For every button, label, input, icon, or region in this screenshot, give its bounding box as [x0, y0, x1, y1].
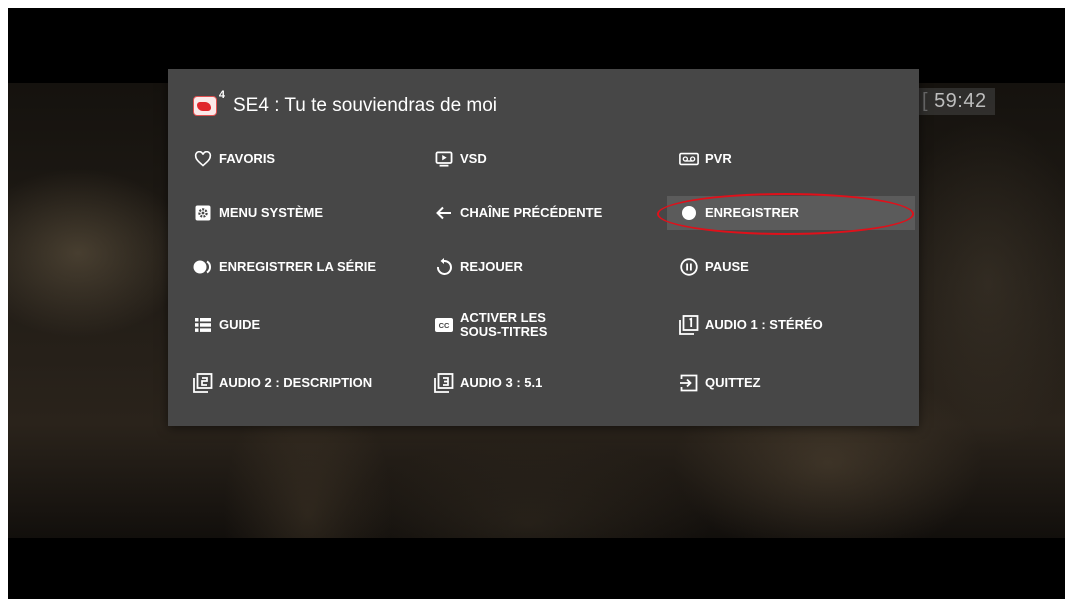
menu-item-label: PAUSE [705, 259, 749, 274]
pause-circle-icon [679, 257, 699, 277]
menu-item-enregistrer[interactable]: ENREGISTRER [667, 196, 915, 230]
channel-logo: 4 [193, 89, 225, 116]
menu-item-label: QUITTEZ [705, 375, 761, 390]
menu-item-label: MENU SYSTÈME [219, 205, 324, 220]
timecode-value: 59:42 [934, 90, 987, 112]
cc-icon: CC [434, 315, 454, 335]
menu-item-pvr[interactable]: PVR [679, 142, 732, 176]
menu-item-label: AUDIO 2 : DESCRIPTION [219, 375, 373, 390]
menu-item-chaine-precedente[interactable]: CHAÎNE PRÉCÉDENTE [434, 196, 602, 230]
menu-item-pause[interactable]: PAUSE [679, 250, 749, 284]
audio-1-icon [679, 315, 699, 335]
record-series-icon [193, 257, 213, 277]
menu-item-label: ACTIVER LES SOUS-TITRES [460, 310, 548, 339]
replay-icon [434, 257, 454, 277]
gear-icon [193, 203, 213, 223]
menu-item-label: FAVORIS [219, 151, 276, 166]
menu-item-audio-1[interactable]: AUDIO 1 : STÉRÉO [679, 308, 823, 342]
options-menu-panel: 4 SE4 : Tu te souviendras de moi FAVORIS… [168, 69, 919, 426]
arrow-left-icon [434, 203, 454, 223]
menu-item-label: GUIDE [219, 317, 261, 332]
channel-logo-number: 4 [218, 89, 225, 101]
heart-icon [193, 149, 213, 169]
menu-item-label: AUDIO 1 : STÉRÉO [705, 317, 823, 332]
menu-item-audio-3[interactable]: AUDIO 3 : 5.1 [434, 366, 542, 400]
menu-item-enregistrer-la-serie[interactable]: ENREGISTRER LA SÉRIE [193, 250, 376, 284]
menu-item-label: VSD [460, 151, 487, 166]
play-screen-icon [434, 149, 454, 169]
menu-item-label: ENREGISTRER [705, 205, 799, 220]
menu-item-rejouer[interactable]: REJOUER [434, 250, 523, 284]
menu-item-guide[interactable]: GUIDE [193, 308, 260, 342]
audio-2-icon [193, 373, 213, 393]
menu-header: 4 SE4 : Tu te souviendras de moi [193, 89, 498, 121]
menu-item-label: REJOUER [460, 259, 523, 274]
menu-item-activer-sous-titres[interactable]: CC ACTIVER LES SOUS-TITRES [434, 308, 570, 342]
menu-item-label: CHAÎNE PRÉCÉDENTE [460, 205, 603, 220]
audio-3-icon [434, 373, 454, 393]
menu-item-favoris[interactable]: FAVORIS [193, 142, 275, 176]
menu-item-label: ENREGISTRER LA SÉRIE [219, 259, 376, 274]
menu-item-vsd[interactable]: VSD [434, 142, 487, 176]
program-title: SE4 : Tu te souviendras de moi [233, 95, 498, 116]
menu-item-menu-systeme[interactable]: MENU SYSTÈME [193, 196, 323, 230]
menu-item-quittez[interactable]: QUITTEZ [679, 366, 761, 400]
cassette-icon [679, 149, 699, 169]
timecode-display: [59:42 [914, 88, 995, 115]
exit-icon [679, 373, 699, 393]
svg-text:CC: CC [439, 321, 450, 330]
menu-item-audio-2[interactable]: AUDIO 2 : DESCRIPTION [193, 366, 372, 400]
menu-item-label: PVR [705, 151, 732, 166]
record-dot-icon [679, 203, 699, 223]
list-icon [193, 315, 213, 335]
menu-item-label: AUDIO 3 : 5.1 [460, 375, 543, 390]
